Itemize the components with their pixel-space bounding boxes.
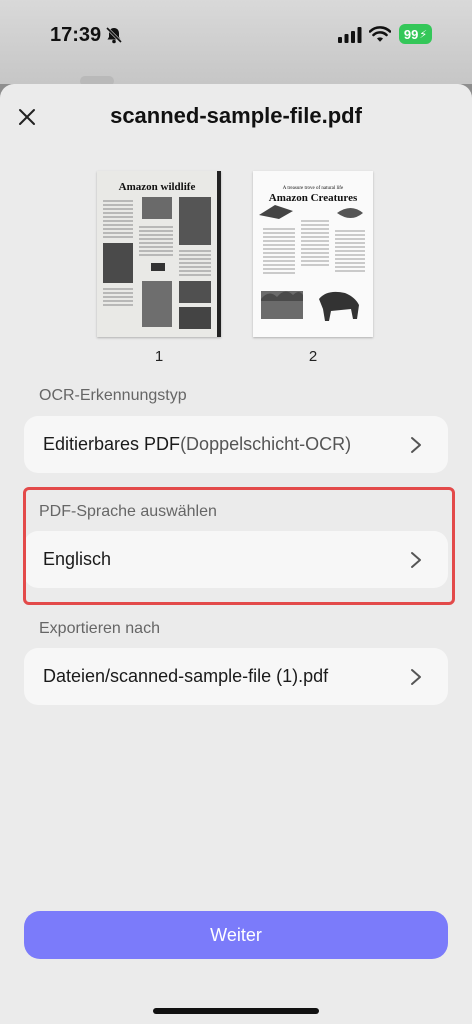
chevron-right-icon <box>411 552 421 568</box>
language-label: PDF-Sprache auswählen <box>39 503 217 520</box>
battery-indicator: 99 ⚡ <box>399 24 432 44</box>
ocr-type-selector[interactable]: Editierbares PDF(Doppelschicht-OCR) <box>24 416 448 473</box>
home-indicator <box>153 1008 319 1014</box>
page-thumbnail-1[interactable]: Amazon wildlife <box>97 171 221 337</box>
page-1-illustration <box>103 197 211 329</box>
status-bar: 17:39 99 ⚡ <box>0 0 472 86</box>
page-2-illustration <box>259 205 365 321</box>
chevron-right-icon <box>411 437 421 453</box>
continue-button[interactable]: Weiter <box>24 911 448 959</box>
cellular-signal-icon <box>338 27 362 43</box>
export-destination-value: Dateien/scanned-sample-file (1).pdf <box>43 666 329 686</box>
page-thumbnail-2[interactable]: A treasure trove of natural life Amazon … <box>253 171 373 337</box>
language-selector[interactable]: Englisch <box>24 531 448 588</box>
ocr-type-value-suffix: (Doppelschicht-OCR) <box>180 434 352 454</box>
page-number-2: 2 <box>308 348 318 365</box>
export-destination-selector[interactable]: Dateien/scanned-sample-file (1).pdf <box>24 648 448 705</box>
sheet-title: scanned-sample-file.pdf <box>110 103 362 128</box>
export-label: Exportieren nach <box>39 620 160 637</box>
page-number-1: 1 <box>154 348 164 365</box>
battery-level: 99 <box>403 26 419 42</box>
chevron-right-icon <box>411 669 421 685</box>
ocr-type-label: OCR-Erkennungstyp <box>39 387 187 404</box>
charging-bolt-icon: ⚡ <box>419 28 428 41</box>
ocr-type-value-main: Editierbares PDF <box>43 434 181 454</box>
language-value: Englisch <box>43 549 112 569</box>
wifi-icon <box>369 26 391 42</box>
ocr-type-value: Editierbares PDF(Doppelschicht-OCR) <box>43 434 351 455</box>
status-time: 17:39 <box>50 24 102 46</box>
ocr-settings-sheet: scanned-sample-file.pdf Amazon wildlife <box>0 84 472 1024</box>
bell-muted-icon <box>105 26 123 44</box>
